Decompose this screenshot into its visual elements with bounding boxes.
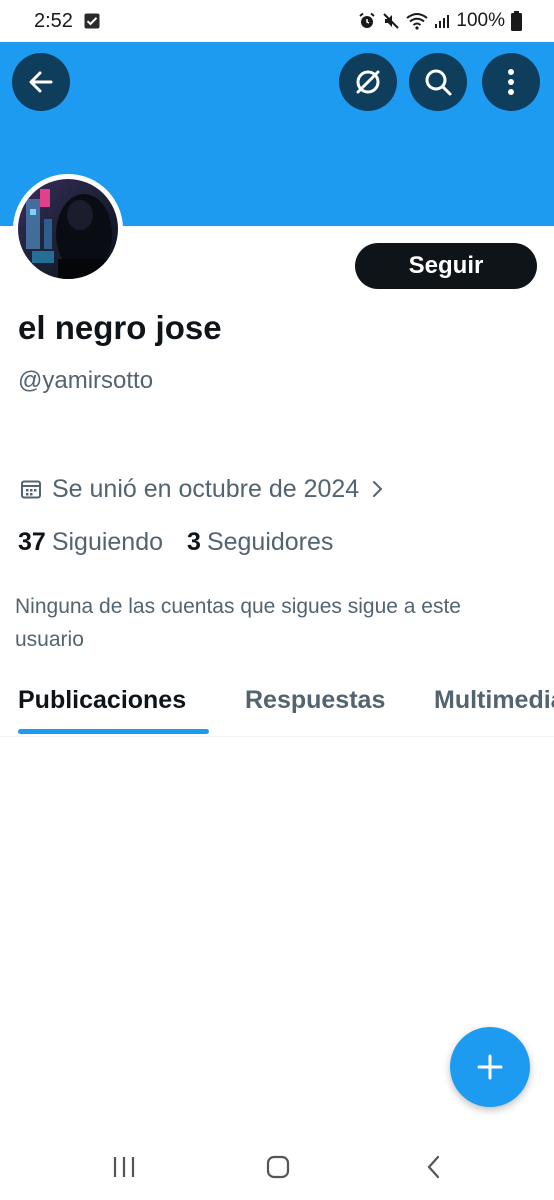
avatar-image bbox=[18, 179, 118, 279]
battery-percent: 100% bbox=[456, 10, 505, 31]
mutual-followers-note: Ninguna de las cuentas que sigues sigue … bbox=[15, 595, 461, 651]
calendar-icon bbox=[21, 480, 41, 499]
follow-stats: 37 Siguiendo 3 Seguidores bbox=[18, 526, 333, 558]
joined-text: Se unió en octubre de 2024 bbox=[52, 474, 360, 503]
active-tab-indicator bbox=[18, 729, 209, 734]
search-button[interactable] bbox=[409, 53, 467, 111]
status-bar: 2:52 100% bbox=[0, 0, 554, 42]
more-button[interactable] bbox=[482, 53, 540, 111]
avatar[interactable] bbox=[13, 174, 123, 284]
home-icon bbox=[266, 1155, 290, 1179]
compose-button[interactable] bbox=[450, 1027, 530, 1107]
following-link[interactable]: 37 Siguiendo bbox=[18, 528, 163, 557]
back-icon bbox=[427, 1155, 440, 1179]
battery-icon bbox=[511, 11, 522, 31]
more-vertical-icon bbox=[508, 69, 514, 95]
arrow-left-icon bbox=[29, 71, 53, 93]
signal-icon bbox=[435, 15, 450, 28]
following-count: 37 bbox=[18, 527, 46, 556]
followers-link[interactable]: 3 Seguidores bbox=[187, 528, 333, 557]
wifi-icon bbox=[406, 13, 429, 30]
followers-count: 3 bbox=[187, 527, 201, 556]
tab-multimedia[interactable]: Multimedia bbox=[434, 686, 554, 715]
user-handle: @yamirsotto bbox=[18, 367, 154, 394]
search-icon bbox=[425, 69, 452, 96]
system-nav-bar bbox=[0, 1134, 554, 1200]
profile-tabs: Publicaciones Respuestas Multimedia bbox=[0, 680, 554, 737]
alarm-icon bbox=[359, 12, 376, 28]
joined-date-row[interactable]: Se unió en octubre de 2024 bbox=[20, 474, 385, 504]
display-name: el negro jose bbox=[18, 309, 222, 346]
followers-label: Seguidores bbox=[206, 527, 334, 556]
status-time: 2:52 bbox=[34, 10, 73, 32]
tab-publicaciones[interactable]: Publicaciones bbox=[18, 686, 186, 715]
home-button[interactable] bbox=[258, 1152, 298, 1182]
follow-button[interactable]: Seguir bbox=[355, 243, 537, 289]
back-button[interactable] bbox=[12, 53, 70, 111]
recent-apps-icon bbox=[113, 1157, 135, 1177]
grok-button[interactable] bbox=[339, 53, 397, 111]
recent-apps-button[interactable] bbox=[104, 1152, 144, 1182]
plus-icon bbox=[477, 1054, 503, 1080]
chevron-right-icon bbox=[373, 481, 383, 497]
mute-icon bbox=[383, 13, 400, 29]
nav-back-button[interactable] bbox=[414, 1152, 454, 1182]
grok-icon bbox=[356, 70, 380, 94]
status-icons: 100% bbox=[358, 10, 522, 32]
tab-respuestas[interactable]: Respuestas bbox=[245, 686, 385, 715]
following-label: Siguiendo bbox=[51, 527, 164, 556]
check-square-icon bbox=[84, 13, 100, 29]
